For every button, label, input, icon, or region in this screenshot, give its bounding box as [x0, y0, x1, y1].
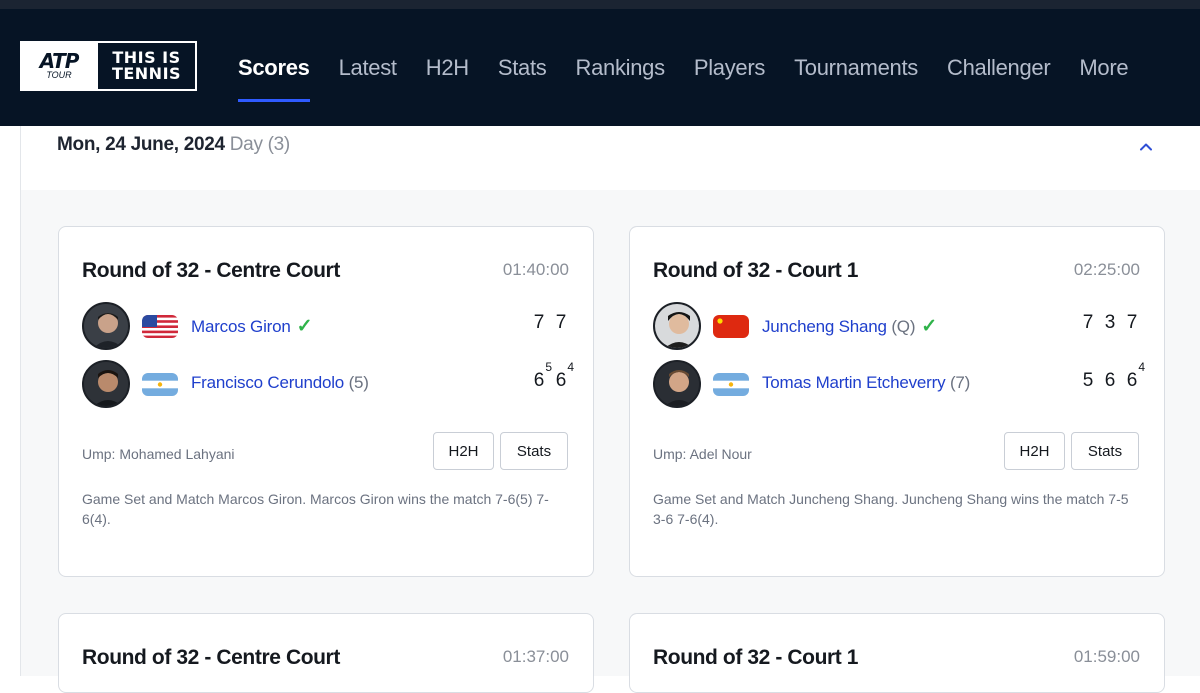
this-is-tennis-mark: THIS IS TENNIS: [96, 43, 195, 89]
player-seed: (5): [348, 373, 369, 392]
set-scores: 7 7: [528, 312, 572, 334]
set-score: 7: [533, 312, 545, 333]
match-summary: Game Set and Match Marcos Giron. Marcos …: [82, 491, 549, 527]
nav-item-more[interactable]: More: [1079, 55, 1128, 81]
umpire-label: Ump: Adel Nour: [653, 446, 752, 462]
stats-button[interactable]: Stats: [500, 432, 568, 470]
player-row: Marcos Giron ✓ 7 7: [82, 302, 572, 350]
set-score: 64: [550, 360, 574, 392]
argentina-flag-icon: [142, 373, 178, 396]
date-text: Mon, 24 June, 2024: [57, 134, 225, 155]
avatar[interactable]: [653, 302, 701, 350]
day-label: Day (3): [229, 134, 291, 155]
set-score-value: 6: [533, 370, 545, 391]
player-name-text: Tomas Martin Etcheverry: [762, 373, 946, 392]
match-summary: Game Set and Match Juncheng Shang. Junch…: [653, 491, 1129, 527]
player-name[interactable]: Francisco Cerundolo (5): [191, 373, 369, 393]
nav-item-rankings[interactable]: Rankings: [576, 55, 666, 81]
usa-flag-icon: [142, 315, 178, 338]
stats-button[interactable]: Stats: [1071, 432, 1139, 470]
player-name-text: Marcos Giron: [191, 317, 291, 336]
match-card: Round of 32 - Court 1 01:59:00: [629, 613, 1165, 693]
player-row: Tomas Martin Etcheverry (7) 5 6 64: [653, 360, 1145, 408]
umpire-label: Ump: Mohamed Lahyani: [82, 446, 235, 462]
avatar[interactable]: [653, 360, 701, 408]
set-score: 5: [1082, 370, 1094, 391]
match-duration: 02:25:00: [1073, 260, 1140, 279]
china-flag-icon: [713, 315, 749, 338]
player-name-text: Juncheng Shang: [762, 317, 887, 336]
match-round: Round of 32 - Centre Court: [82, 259, 340, 282]
player-name[interactable]: Marcos Giron ✓: [191, 315, 313, 338]
logo-tour-text: TOUR: [46, 70, 72, 80]
set-scores: 65 64: [528, 360, 574, 392]
player-name[interactable]: Tomas Martin Etcheverry (7): [762, 373, 970, 393]
player-row: Francisco Cerundolo (5) 65 64: [82, 360, 574, 408]
atp-logo[interactable]: ATP TOUR THIS IS TENNIS: [20, 41, 197, 91]
set-scores: 5 6 64: [1077, 360, 1145, 392]
set-score: 64: [1121, 360, 1145, 392]
nav-item-h2h[interactable]: H2H: [426, 55, 469, 81]
set-score: 7: [1082, 312, 1094, 333]
nav-item-latest[interactable]: Latest: [339, 55, 397, 81]
h2h-button[interactable]: H2H: [433, 432, 494, 470]
match-duration: 01:40:00: [502, 260, 569, 279]
match-round: Round of 32 - Centre Court: [82, 646, 340, 669]
player-row: Juncheng Shang (Q) ✓ 7 3 7: [653, 302, 1143, 350]
nav-item-challenger[interactable]: Challenger: [947, 55, 1051, 81]
match-round: Round of 32 - Court 1: [653, 646, 859, 669]
checkmark-icon: ✓: [296, 316, 313, 337]
nav-item-players[interactable]: Players: [694, 55, 766, 81]
match-card: Round of 32 - Centre Court 01:40:00 Marc…: [58, 226, 594, 577]
match-card: Round of 32 - Centre Court 01:37:00: [58, 613, 594, 693]
nav-item-scores[interactable]: Scores: [238, 55, 310, 102]
atp-tour-mark: ATP TOUR: [22, 43, 96, 89]
set-score: 7: [555, 312, 567, 333]
match-duration: 01:59:00: [1073, 647, 1140, 666]
match-duration: 01:37:00: [502, 647, 569, 666]
avatar[interactable]: [82, 360, 130, 408]
checkmark-icon: ✓: [921, 316, 938, 337]
match-round: Round of 32 - Court 1: [653, 259, 859, 282]
chevron-up-icon[interactable]: [1139, 140, 1153, 154]
h2h-button[interactable]: H2H: [1004, 432, 1065, 470]
logo-line2: TENNIS: [111, 64, 182, 83]
player-name[interactable]: Juncheng Shang (Q) ✓: [762, 315, 937, 338]
set-score: 65: [528, 360, 552, 392]
scores-content: Mon, 24 June, 2024 Day (3) Round of 32 -…: [20, 126, 1200, 693]
player-name-text: Francisco Cerundolo: [191, 373, 345, 392]
nav-item-tournaments[interactable]: Tournaments: [794, 55, 918, 81]
nav-items: Scores Latest H2H Stats Rankings Players…: [238, 55, 1157, 102]
argentina-flag-icon: [713, 373, 749, 396]
set-score: 3: [1104, 312, 1116, 333]
main-navigation: ATP TOUR THIS IS TENNIS Scores Latest H2…: [0, 9, 1200, 126]
date-header[interactable]: Mon, 24 June, 2024 Day (3): [21, 126, 1200, 190]
tiebreak-score: 4: [1138, 360, 1145, 374]
match-card: Round of 32 - Court 1 02:25:00 Juncheng …: [629, 226, 1165, 577]
set-score: 7: [1126, 312, 1138, 333]
player-seed: (7): [949, 373, 971, 392]
set-score: 6: [1104, 370, 1116, 391]
logo-atp-text: ATP: [39, 49, 80, 73]
player-seed: (Q): [891, 317, 916, 336]
avatar[interactable]: [82, 302, 130, 350]
top-strip: [0, 0, 1200, 9]
set-score-value: 6: [1126, 370, 1138, 391]
nav-item-stats[interactable]: Stats: [498, 55, 547, 81]
match-date: Mon, 24 June, 2024 Day (3): [57, 134, 290, 156]
set-score-value: 6: [555, 370, 567, 391]
set-scores: 7 3 7: [1077, 312, 1143, 334]
tiebreak-score: 4: [567, 360, 574, 374]
